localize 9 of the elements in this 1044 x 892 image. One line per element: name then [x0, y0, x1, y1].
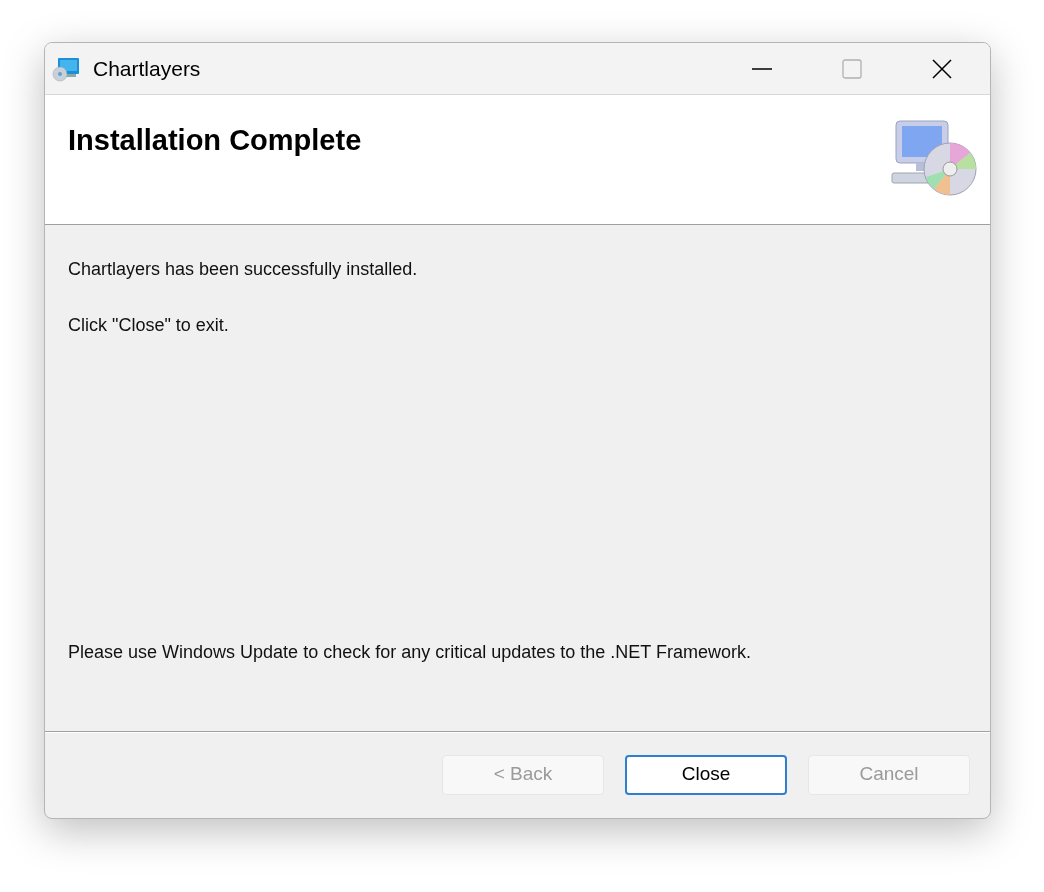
- computer-disc-icon: [890, 119, 978, 199]
- dialog-button[interactable]: Close: [625, 754, 787, 795]
- note-text: Please use Windows Update to check for any critical updates to the .NET Framework.: [68, 641, 752, 664]
- page-heading: Installation Complete: [68, 123, 362, 158]
- message-text: Click "Close" to exit.: [68, 314, 230, 337]
- window-title: Chartlayers: [93, 55, 201, 82]
- message-text: Chartlayers has been successfully installed.: [68, 258, 419, 281]
- app-icon: [52, 55, 80, 82]
- close-icon[interactable]: [932, 58, 952, 79]
